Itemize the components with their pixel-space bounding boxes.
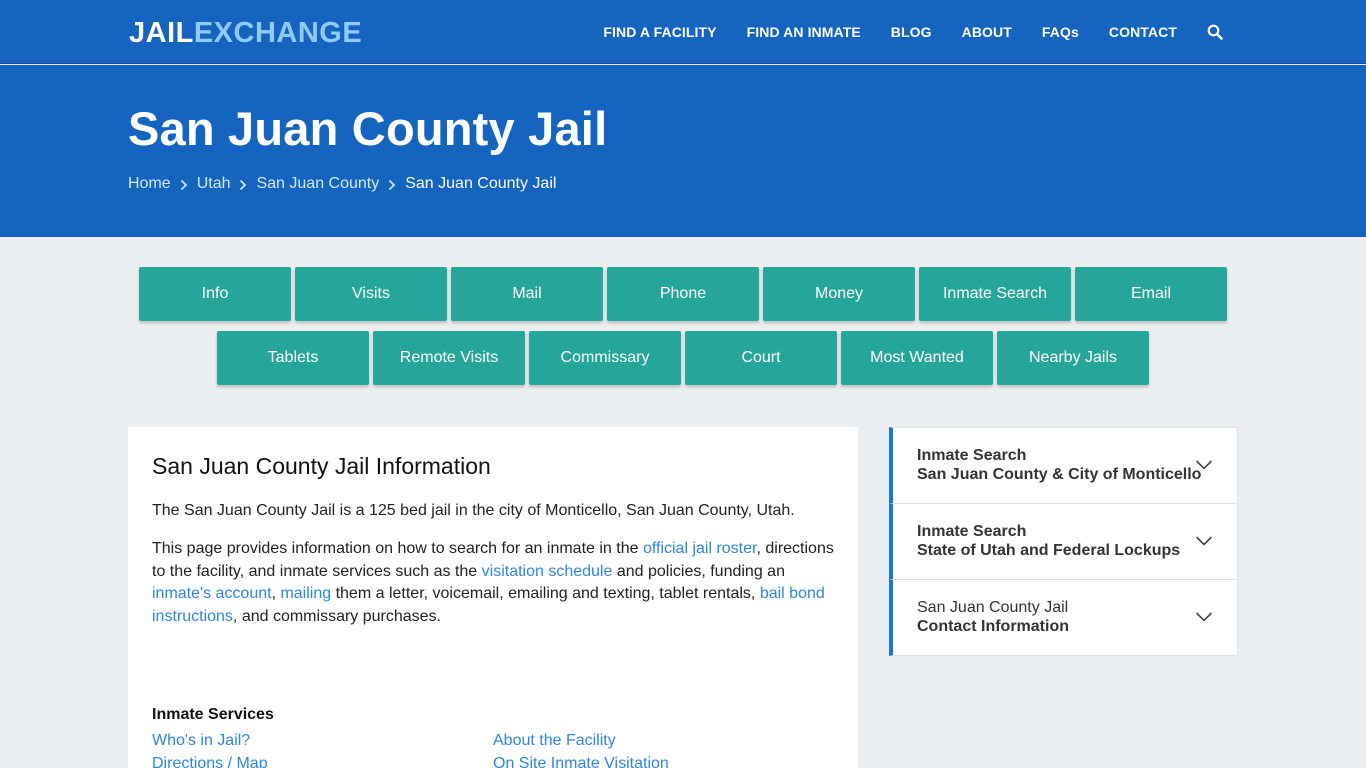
section-buttons-row-2: Tablets Remote Visits Commissary Court M…: [0, 331, 1366, 385]
main-nav: FIND A FACILITY FIND AN INMATE BLOG ABOU…: [573, 0, 1223, 64]
most-wanted-button[interactable]: Most Wanted: [841, 331, 993, 385]
page-title: San Juan County Jail: [128, 102, 608, 155]
chevron-down-icon: [1195, 458, 1213, 470]
accordion-subtitle: San Juan County & City of Monticello: [917, 466, 1202, 483]
accordion-title: Inmate Search: [917, 447, 1027, 464]
accordion-subtitle: Contact Information: [917, 618, 1069, 635]
breadcrumb-state[interactable]: Utah: [197, 175, 231, 193]
nav-find-facility[interactable]: FIND A FACILITY: [603, 24, 716, 40]
chevron-right-icon: [180, 178, 188, 191]
tablets-button[interactable]: Tablets: [217, 331, 369, 385]
accordion-inmate-search-county[interactable]: Inmate Search San Juan County & City of …: [889, 427, 1238, 504]
chevron-right-icon: [239, 178, 247, 191]
info-button[interactable]: Info: [139, 267, 291, 321]
logo-part-jail: JAIL: [129, 17, 194, 49]
nav-find-inmate[interactable]: FIND AN INMATE: [747, 24, 861, 40]
chevron-right-icon: [388, 178, 396, 191]
accordion-contact-information[interactable]: San Juan County Jail Contact Information: [889, 579, 1238, 656]
email-button[interactable]: Email: [1075, 267, 1227, 321]
info-paragraph-1: The San Juan County Jail is a 125 bed ja…: [152, 502, 795, 519]
visitation-schedule-link[interactable]: visitation schedule: [482, 563, 613, 580]
breadcrumb-current: San Juan County Jail: [405, 175, 557, 192]
info-card: San Juan County Jail Information The San…: [128, 427, 858, 768]
nav-about[interactable]: ABOUT: [962, 24, 1012, 40]
accordion-subtitle: State of Utah and Federal Lockups: [917, 542, 1181, 559]
visits-button[interactable]: Visits: [295, 267, 447, 321]
whos-in-jail-link[interactable]: Who's in Jail?: [152, 732, 250, 750]
phone-button[interactable]: Phone: [607, 267, 759, 321]
mail-button[interactable]: Mail: [451, 267, 603, 321]
breadcrumb-home[interactable]: Home: [128, 175, 171, 193]
mailing-link[interactable]: mailing: [280, 585, 331, 602]
top-navbar: JAILEXCHANGE FIND A FACILITY FIND AN INM…: [0, 0, 1366, 64]
logo-part-exchange: EXCHANGE: [193, 17, 363, 49]
para-text: , and commissary purchases.: [232, 607, 441, 625]
official-jail-roster-link[interactable]: official jail roster: [643, 540, 757, 557]
chevron-down-icon: [1195, 610, 1213, 622]
para-text: them a letter, voicemail, emailing and t…: [331, 585, 760, 602]
para-text: and policies, funding an: [612, 562, 785, 580]
para-text: This page provides information on how to…: [152, 540, 643, 557]
commissary-button[interactable]: Commissary: [529, 331, 681, 385]
section-buttons-row-1: Info Visits Mail Phone Money Inmate Sear…: [0, 267, 1366, 321]
info-heading: San Juan County Jail Information: [152, 453, 491, 479]
breadcrumb: Home Utah San Juan County San Juan Count…: [128, 175, 556, 193]
search-icon[interactable]: [1207, 24, 1223, 40]
nav-contact[interactable]: CONTACT: [1109, 24, 1177, 40]
site-logo[interactable]: JAILEXCHANGE: [129, 17, 362, 49]
accordion-title: San Juan County Jail: [917, 599, 1069, 616]
money-button[interactable]: Money: [763, 267, 915, 321]
accordion-inmate-search-state[interactable]: Inmate Search State of Utah and Federal …: [889, 503, 1238, 580]
hero-banner: San Juan County Jail Home Utah San Juan …: [0, 65, 1366, 237]
accordion-title: Inmate Search: [917, 523, 1027, 540]
chevron-down-icon: [1195, 534, 1213, 546]
onsite-visitation-link[interactable]: On Site Inmate Visitation: [493, 755, 669, 768]
breadcrumb-county[interactable]: San Juan County: [256, 175, 379, 193]
inmate-services-heading: Inmate Services: [152, 706, 274, 723]
about-facility-link[interactable]: About the Facility: [493, 732, 616, 750]
inmate-search-button[interactable]: Inmate Search: [919, 267, 1071, 321]
inmate-account-link[interactable]: inmate's account: [152, 585, 272, 602]
directions-map-link[interactable]: Directions / Map: [152, 755, 268, 768]
nearby-jails-button[interactable]: Nearby Jails: [997, 331, 1149, 385]
nav-blog[interactable]: BLOG: [891, 24, 932, 40]
nav-faqs[interactable]: FAQs: [1042, 24, 1079, 40]
remote-visits-button[interactable]: Remote Visits: [373, 331, 525, 385]
info-paragraph-2: This page provides information on how to…: [152, 538, 842, 628]
court-button[interactable]: Court: [685, 331, 837, 385]
